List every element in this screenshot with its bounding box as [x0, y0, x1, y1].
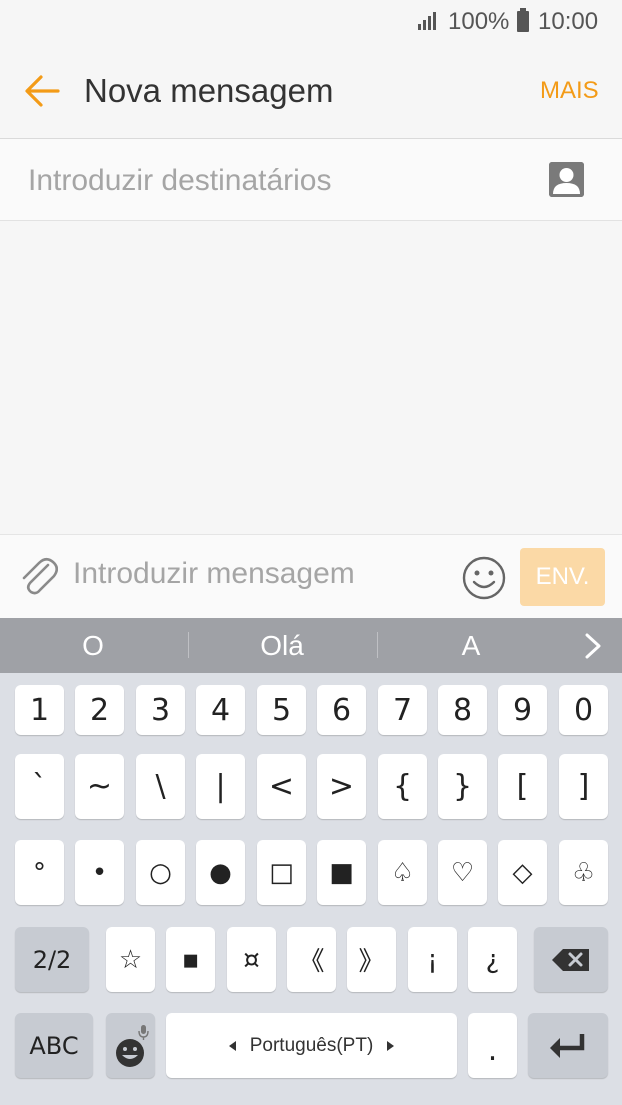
- enter-key[interactable]: [528, 1013, 608, 1078]
- key-5[interactable]: 5: [257, 685, 306, 735]
- chevron-right-icon[interactable]: [582, 632, 604, 660]
- key-bullet[interactable]: •: [75, 840, 124, 905]
- key-inverted-exclamation[interactable]: ¡: [408, 927, 457, 992]
- clock: 10:00: [538, 8, 599, 35]
- key-0[interactable]: 0: [559, 685, 608, 735]
- key-1[interactable]: 1: [15, 685, 64, 735]
- language-left-arrow-icon: [228, 1040, 236, 1051]
- emoji-key[interactable]: [106, 1013, 155, 1078]
- recipients-input[interactable]: Introduzir destinatários: [28, 164, 332, 198]
- key-9[interactable]: 9: [498, 685, 547, 735]
- abc-key[interactable]: ABC: [15, 1013, 93, 1078]
- key-left-brace[interactable]: {: [378, 754, 427, 819]
- message-input[interactable]: Introduzir mensagem: [73, 557, 355, 591]
- key-greater-than[interactable]: >: [317, 754, 366, 819]
- emoji-icon[interactable]: [462, 556, 506, 600]
- backspace-key[interactable]: [534, 927, 608, 992]
- send-button[interactable]: ENV.: [520, 548, 605, 606]
- attachment-icon[interactable]: [18, 555, 58, 597]
- key-8[interactable]: 8: [438, 685, 487, 735]
- status-bar: 100% 10:00: [0, 0, 622, 44]
- key-spade[interactable]: ♤: [378, 840, 427, 905]
- key-degree[interactable]: °: [15, 840, 64, 905]
- language-label: Português(PT): [249, 1034, 374, 1056]
- emoji-mic-icon: [115, 1024, 149, 1067]
- space-key[interactable]: Português(PT): [166, 1013, 457, 1078]
- key-white-square[interactable]: □: [257, 840, 306, 905]
- backspace-icon: [552, 948, 589, 971]
- contacts-icon[interactable]: [549, 162, 584, 197]
- page-title: Nova mensagem: [84, 72, 334, 109]
- key-4[interactable]: 4: [196, 685, 245, 735]
- period-key[interactable]: .: [468, 1013, 517, 1078]
- battery-percent: 100%: [448, 8, 510, 35]
- keyboard: 1 2 3 4 5 6 7 8 9 0 ` ~ \ | < > { } [ ] …: [0, 673, 622, 1105]
- key-right-bracket[interactable]: ]: [559, 754, 608, 819]
- key-2[interactable]: 2: [75, 685, 124, 735]
- key-white-circle[interactable]: ○: [136, 840, 185, 905]
- key-7[interactable]: 7: [378, 685, 427, 735]
- suggestion-bar: O Olá A: [0, 618, 622, 673]
- key-diamond[interactable]: ◇: [498, 840, 547, 905]
- suggestion-1[interactable]: O: [0, 630, 186, 662]
- key-left-bracket[interactable]: [: [498, 754, 547, 819]
- recipients-field[interactable]: Introduzir destinatários: [0, 139, 622, 221]
- key-backtick[interactable]: `: [15, 754, 64, 819]
- key-backslash[interactable]: \: [136, 754, 185, 819]
- suggestion-3[interactable]: A: [378, 630, 564, 662]
- key-club[interactable]: ♧: [559, 840, 608, 905]
- key-pipe[interactable]: |: [196, 754, 245, 819]
- signal-icon: [418, 12, 436, 30]
- key-inverted-question[interactable]: ¿: [468, 927, 517, 992]
- key-3[interactable]: 3: [136, 685, 185, 735]
- key-black-circle[interactable]: ●: [196, 840, 245, 905]
- key-heart[interactable]: ♡: [438, 840, 487, 905]
- key-small-square[interactable]: ▪: [166, 927, 215, 992]
- more-button[interactable]: MAIS: [540, 77, 599, 105]
- key-6[interactable]: 6: [317, 685, 366, 735]
- language-right-arrow-icon: [387, 1040, 395, 1051]
- key-less-than[interactable]: <: [257, 754, 306, 819]
- key-tilde[interactable]: ~: [75, 754, 124, 819]
- key-right-brace[interactable]: }: [438, 754, 487, 819]
- page-toggle-key[interactable]: 2/2: [15, 927, 89, 992]
- key-star[interactable]: ☆: [106, 927, 155, 992]
- app-header: Nova mensagem MAIS: [0, 44, 622, 138]
- key-right-double-angle[interactable]: 》: [347, 927, 396, 992]
- key-left-double-angle[interactable]: 《: [287, 927, 336, 992]
- back-arrow-icon[interactable]: [24, 74, 60, 108]
- battery-icon: [517, 8, 529, 32]
- suggestion-2[interactable]: Olá: [189, 630, 375, 662]
- key-currency[interactable]: ¤: [227, 927, 276, 992]
- key-black-square[interactable]: ■: [317, 840, 366, 905]
- enter-icon: [550, 1033, 585, 1058]
